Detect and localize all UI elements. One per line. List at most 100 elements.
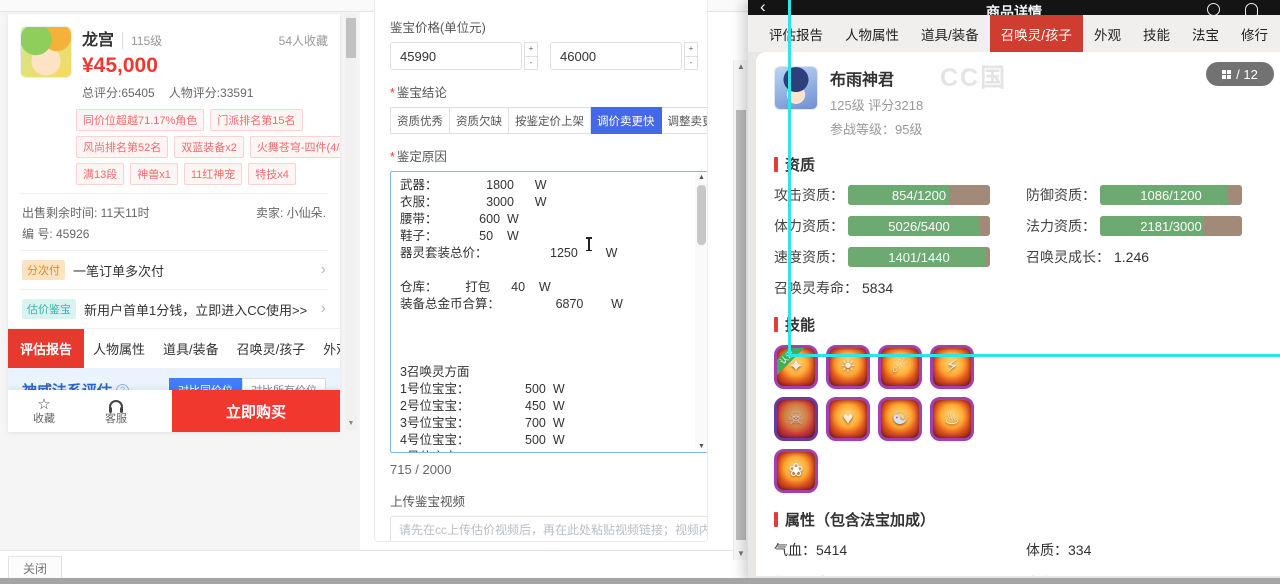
listing-panel: 龙宫 115级 54人收藏 ¥45,000 总评分:65405 人物评分:335… — [0, 12, 360, 550]
attributes-section-heading: 属性（包含法宝加成） — [774, 509, 1280, 530]
reason-label: 鉴定原因 — [390, 146, 694, 165]
reason-text-content: 武器： 1800 W 衣服： 3000 W 腰带： 600 W 鞋子： 50 W… — [400, 178, 623, 452]
badge: 11红神宠 — [183, 163, 243, 185]
scrollbar-down-arrow[interactable]: ▼ — [734, 549, 748, 558]
crosshair-vertical-line — [788, 0, 791, 357]
skill-icon-rabbit-charm[interactable]: ❀ — [774, 449, 818, 493]
option-adjust-sell-higher[interactable]: 调整卖更高 — [661, 107, 707, 134]
badge: 满13段 — [76, 163, 125, 185]
character-avatar[interactable] — [20, 26, 72, 78]
favorite-button[interactable]: ☆ 收藏 — [8, 395, 80, 426]
stat-label: 召唤灵成长： — [1026, 249, 1110, 265]
appraisal-promo-row[interactable]: 估价鉴宝 新用户首单1分钱，立即进入CC使用>> › — [20, 289, 328, 328]
hp-value: 5414 — [816, 542, 848, 558]
skills-section-heading: 技能 — [774, 314, 1280, 335]
option-lower-price-sell-faster[interactable]: 调价卖更快 — [591, 107, 662, 134]
listing-tab-bar: 评估报告 人物属性 道具/装备 召唤灵/孩子 外观 技能 — [8, 328, 340, 368]
total-score: 总评分:65405 — [82, 86, 155, 100]
detail-header-bar: ‹ 商品详情 — [748, 0, 1280, 15]
character-header: 龙宫 115级 54人收藏 ¥45,000 总评分:65405 人物评分:335… — [20, 26, 328, 101]
tab-summon-child[interactable]: 召唤灵/孩子 — [228, 329, 315, 368]
scrollbar-thumb[interactable] — [346, 18, 356, 58]
scrollbar-thumb[interactable] — [736, 110, 746, 540]
badge: 风尚排名第52名 — [76, 136, 169, 158]
skill-icon-gold-bell[interactable]: ♨ — [930, 397, 974, 441]
textarea-scrollbar[interactable]: ▲ ▼ — [695, 173, 707, 451]
listing-card: 龙宫 115级 54人收藏 ¥45,000 总评分:65405 人物评分:335… — [8, 14, 340, 432]
pet-avatar[interactable] — [774, 66, 818, 110]
price-high-input[interactable] — [550, 42, 682, 70]
tab-items-equipment[interactable]: 道具/装备 — [154, 329, 228, 368]
skill-icon-demon-face[interactable]: ☠ — [774, 397, 818, 441]
grid-icon — [1222, 69, 1232, 79]
close-button[interactable]: 关闭 — [8, 556, 62, 579]
crosshair-horizontal-line — [788, 354, 1280, 357]
badge: 特技x4 — [248, 163, 296, 185]
tab-skills[interactable]: 技能 — [1132, 15, 1181, 52]
scrollbar-down-arrow[interactable]: ▼ — [695, 443, 707, 450]
installment-promo-row[interactable]: 分次付 一笔订单多次付 › — [20, 250, 328, 289]
badge: 同价位超越71.17%角色 — [76, 109, 205, 131]
tab-eval-report[interactable]: 评估报告 — [8, 329, 85, 368]
skill-icon-lightning[interactable]: ⚡ — [930, 345, 974, 389]
star-icon: ☆ — [37, 395, 51, 413]
share-icon[interactable] — [1207, 3, 1220, 15]
scrollbar-thumb[interactable] — [697, 185, 706, 245]
skill-icon-fire-ring[interactable]: ☀ — [826, 345, 870, 389]
watermark: CC国 — [940, 64, 1008, 92]
spin-up-button[interactable]: + — [684, 42, 698, 57]
spin-down-button[interactable]: - — [684, 56, 698, 70]
favorites-count: 54人收藏 — [278, 34, 328, 48]
scrollbar-up-arrow[interactable]: ▲ — [695, 174, 707, 181]
skill-icon-flame-heart[interactable]: ♥ — [826, 397, 870, 441]
pet-name: 布雨神君 — [830, 72, 895, 89]
price-low-input[interactable] — [390, 42, 522, 70]
item-number: 编 号: 45926 — [22, 227, 90, 241]
tab-eval-report[interactable]: 评估报告 — [758, 15, 834, 52]
scrollbar-down-arrow[interactable]: ▼ — [345, 418, 357, 430]
customer-service-button[interactable]: 客服 — [80, 397, 152, 425]
magic-value: 144 — [1068, 575, 1091, 576]
tab-appearance[interactable]: 外观 — [1083, 15, 1132, 52]
badge: 门派排名第15名 — [210, 109, 303, 131]
tab-cultivation[interactable]: 修行 — [1230, 15, 1279, 52]
detail-tab-bar: 评估报告 人物属性 道具/装备 召唤灵/孩子 外观 技能 法宝 修行 — [748, 15, 1280, 52]
detail-title: 商品详情 — [986, 4, 1042, 15]
summon-life-value: 5834 — [862, 280, 894, 296]
tab-summon-child[interactable]: 召唤灵/孩子 — [989, 15, 1084, 52]
bottom-gray-bar — [0, 578, 1280, 584]
page-indicator-badge[interactable]: / 12 — [1206, 62, 1274, 86]
tab-character-attrs[interactable]: 人物属性 — [84, 329, 154, 368]
aptitude-grid: 攻击资质： 854/1200 防御资质： 1086/1200 体力资质： 502… — [774, 185, 1280, 298]
skill-icon-phoenix-wing[interactable]: ☄ — [878, 345, 922, 389]
stat-label: 法力资质： — [1026, 218, 1096, 234]
conclusion-options: 资质优秀 资质欠缺 按鉴定价上架 调价卖更快 调整卖更高 — [390, 107, 707, 134]
left-panel-scrollbar[interactable]: ▼ — [345, 14, 357, 430]
scrollbar-up-arrow[interactable]: ▲ — [734, 62, 748, 71]
skill-icon-paw-strike[interactable]: 认证 ✦ — [774, 345, 818, 389]
headset-icon — [109, 400, 123, 414]
badge: 神兽x1 — [130, 163, 178, 185]
tab-appearance[interactable]: 外观 — [314, 329, 340, 368]
reason-textarea[interactable]: 武器： 1800 W 衣服： 3000 W 腰带： 600 W 鞋子： 50 W… — [390, 171, 707, 453]
buy-now-button[interactable]: 立即购买 — [172, 390, 340, 432]
tab-treasure[interactable]: 法宝 — [1181, 15, 1230, 52]
option-quality-excellent[interactable]: 资质优秀 — [390, 107, 450, 134]
summon-growth-value: 1.246 — [1114, 249, 1150, 265]
aptitude-section-heading: 资质 — [774, 154, 1280, 175]
magic-aptitude-bar: 2181/3000 — [1100, 216, 1242, 236]
badge: 双蓝装备x2 — [174, 136, 244, 158]
tab-items-equipment[interactable]: 道具/装备 — [910, 15, 990, 52]
video-link-input[interactable] — [390, 516, 707, 541]
middle-panel-scrollbar[interactable]: ▲ ▼ — [733, 60, 747, 560]
pet-level-score: 125级 评分3218 — [830, 98, 924, 113]
option-list-at-appraised-price[interactable]: 按鉴定价上架 — [509, 107, 591, 134]
skill-icon-blue-spiral[interactable]: ☯ — [878, 397, 922, 441]
option-quality-lacking[interactable]: 资质欠缺 — [450, 107, 509, 134]
tab-character-attrs[interactable]: 人物属性 — [834, 15, 910, 52]
appraisal-form-panel: 鉴宝价格(单位元) + - + - 鉴宝结论 资质优秀 资质欠缺 按鉴定价上架 — [360, 0, 748, 550]
spin-down-button[interactable]: - — [524, 56, 538, 70]
chevron-right-icon: › — [320, 300, 326, 317]
profile-icon[interactable] — [1245, 3, 1258, 15]
spin-up-button[interactable]: + — [524, 42, 538, 57]
